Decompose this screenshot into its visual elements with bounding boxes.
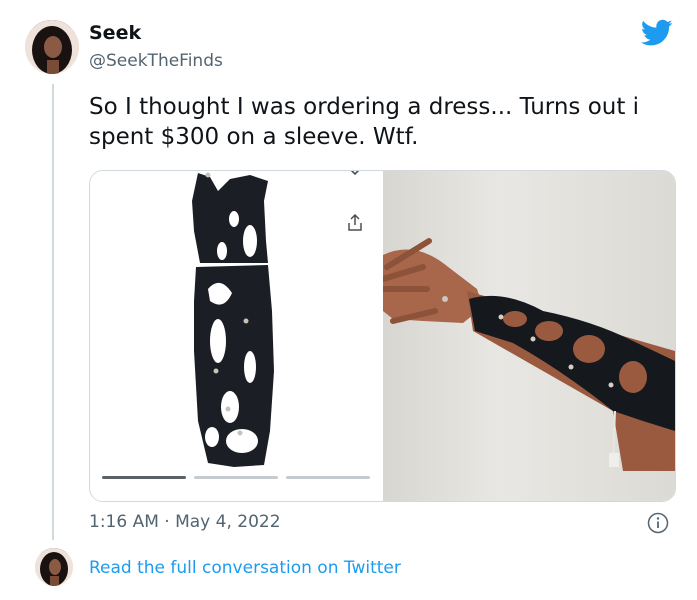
tweet-timestamp[interactable]: 1:16 AM · May 4, 2022 bbox=[89, 512, 281, 532]
avatar-photo bbox=[35, 548, 73, 586]
arm-with-sleeve-illustration bbox=[380, 238, 675, 471]
thread-connector-line bbox=[52, 84, 54, 540]
tweet-card: Seek @SeekTheFinds So I thought I was or… bbox=[0, 0, 697, 600]
media-image-product[interactable] bbox=[90, 171, 382, 501]
twitter-bird-icon[interactable] bbox=[641, 19, 673, 47]
carousel-dot-active[interactable] bbox=[102, 476, 186, 479]
carousel-indicator bbox=[102, 476, 372, 479]
footer-avatar[interactable] bbox=[35, 548, 73, 586]
carousel-dot[interactable] bbox=[286, 476, 370, 479]
carousel-dot[interactable] bbox=[194, 476, 278, 479]
author-handle[interactable]: @SeekTheFinds bbox=[89, 51, 223, 71]
garment-product-illustration bbox=[192, 172, 274, 467]
chevron-down-icon[interactable] bbox=[348, 170, 362, 179]
avatar-photo bbox=[25, 20, 79, 74]
info-icon[interactable] bbox=[647, 512, 669, 534]
tweet-text: So I thought I was ordering a dress... T… bbox=[89, 94, 640, 150]
tweet-media[interactable] bbox=[89, 170, 676, 502]
media-image-worn[interactable] bbox=[380, 171, 675, 501]
read-full-conversation-link[interactable]: Read the full conversation on Twitter bbox=[89, 558, 401, 578]
author-avatar[interactable] bbox=[25, 20, 79, 74]
author-name[interactable]: Seek bbox=[89, 22, 141, 44]
share-icon[interactable] bbox=[347, 214, 363, 232]
